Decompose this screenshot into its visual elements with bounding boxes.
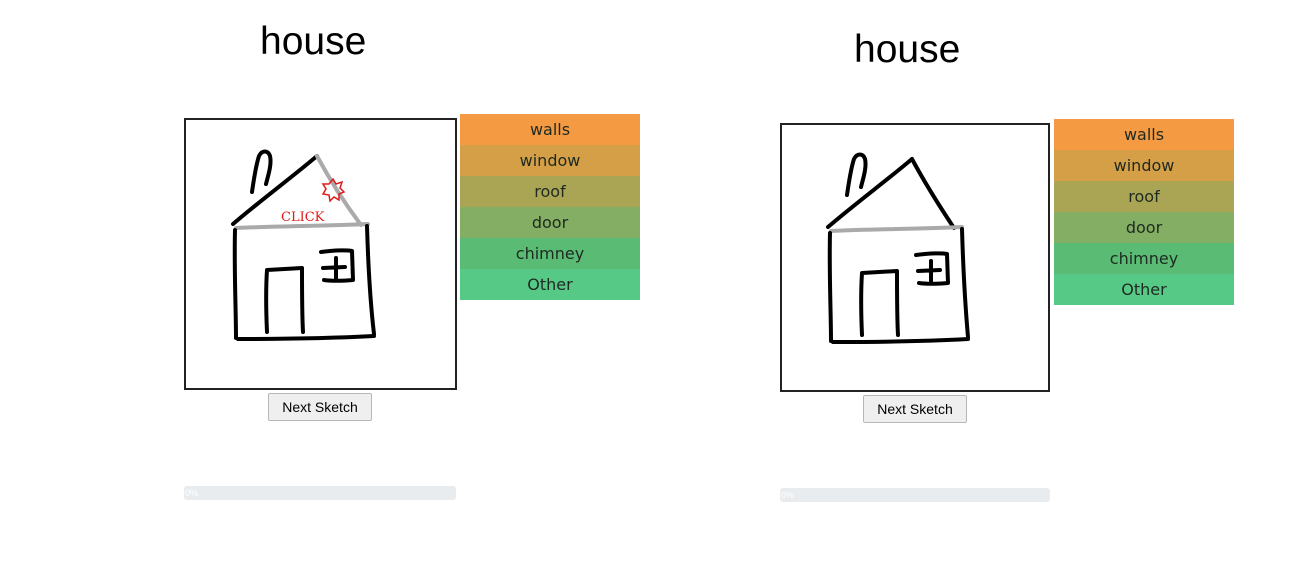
sketch-panel-left: house CLICK walls window roof door chimn… — [0, 0, 650, 585]
label-chimney[interactable]: chimney — [460, 238, 640, 269]
label-door[interactable]: door — [460, 207, 640, 238]
label-window[interactable]: window — [460, 145, 640, 176]
label-other[interactable]: Other — [1054, 274, 1234, 305]
label-window[interactable]: window — [1054, 150, 1234, 181]
label-walls[interactable]: walls — [1054, 119, 1234, 150]
window-stroke — [914, 251, 950, 286]
house-sketch[interactable] — [186, 120, 455, 388]
wall-left-stroke — [232, 228, 238, 340]
floor-stroke — [236, 334, 376, 341]
progress-bar: 0% — [184, 486, 456, 500]
roof-stroke-left — [826, 157, 914, 229]
click-hint: CLICK — [281, 210, 325, 225]
next-sketch-button[interactable]: Next Sketch — [863, 395, 967, 423]
label-list: walls window roof door chimney Other — [1054, 119, 1234, 305]
ceiling-stroke — [829, 225, 964, 233]
next-sketch-button[interactable]: Next Sketch — [268, 393, 372, 421]
wall-right-stroke — [960, 227, 970, 339]
wall-right-stroke — [365, 224, 376, 336]
progress-text: 0% — [185, 488, 199, 498]
progress-text: 0% — [781, 490, 795, 500]
progress-bar: 0% — [780, 488, 1050, 502]
roof-stroke-right — [910, 157, 956, 230]
label-door[interactable]: door — [1054, 212, 1234, 243]
window-stroke — [319, 248, 355, 283]
label-chimney[interactable]: chimney — [1054, 243, 1234, 274]
chimney-stroke — [250, 149, 273, 194]
sketch-title: house — [260, 20, 367, 63]
sketch-canvas[interactable] — [780, 123, 1050, 392]
sketch-title: house — [854, 28, 961, 71]
sketch-canvas[interactable]: CLICK — [184, 118, 457, 390]
label-walls[interactable]: walls — [460, 114, 640, 145]
door-stroke — [264, 266, 305, 334]
house-sketch[interactable] — [782, 125, 1048, 390]
sketch-panel-right: house walls window roof door chimney Oth… — [650, 0, 1300, 585]
label-roof[interactable]: roof — [1054, 181, 1234, 212]
floor-stroke — [831, 337, 970, 344]
wall-left-stroke — [827, 231, 833, 343]
label-other[interactable]: Other — [460, 269, 640, 300]
label-roof[interactable]: roof — [460, 176, 640, 207]
door-stroke — [859, 269, 900, 337]
label-list: walls window roof door chimney Other — [460, 114, 640, 300]
chimney-stroke — [845, 152, 868, 197]
